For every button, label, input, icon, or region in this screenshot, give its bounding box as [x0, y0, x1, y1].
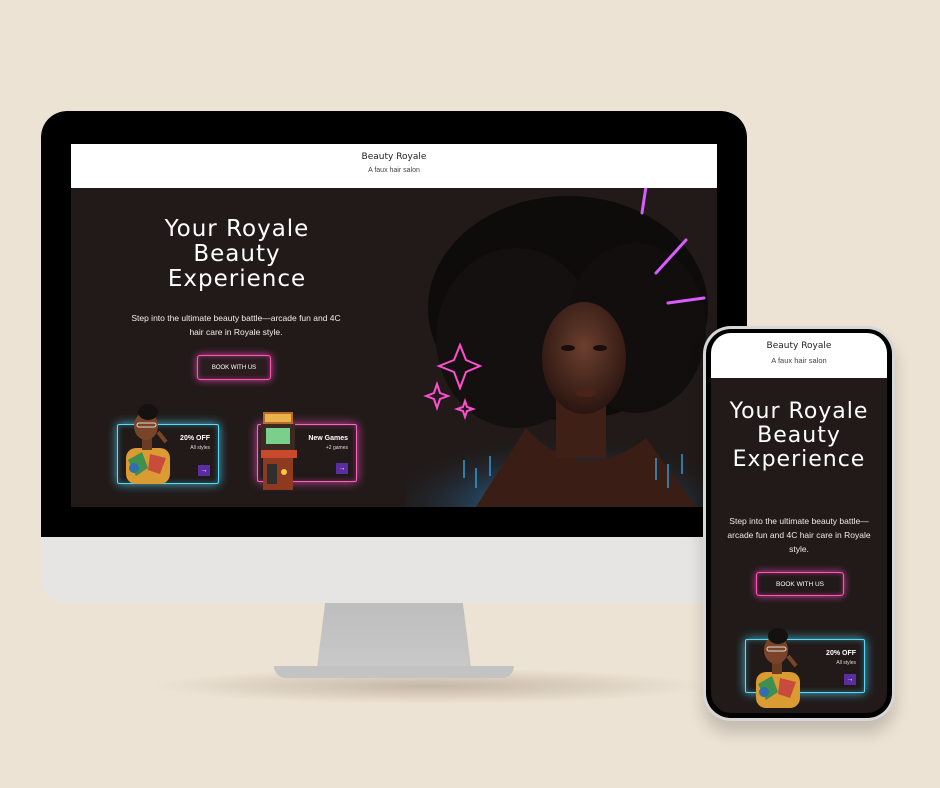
arcade-machine-image — [261, 412, 297, 490]
mobile-site-subtitle: A faux hair salon — [771, 356, 827, 365]
monitor-base — [274, 666, 514, 678]
promo-title: 20% OFF — [826, 650, 856, 657]
woman-portrait-image — [126, 404, 170, 484]
promo-card-discount[interactable]: 20% OFF All styles → — [117, 404, 219, 484]
site-subtitle: A faux hair salon — [368, 167, 420, 174]
mobile-site-header: Beauty Royale A faux hair salon — [711, 333, 887, 378]
desktop-screen: Beauty Royale A faux hair salon Your Roy… — [71, 144, 717, 507]
mobile-hero-description: Step into the ultimate beauty battle—arc… — [727, 516, 871, 554]
arrow-right-icon[interactable]: → — [198, 465, 210, 476]
promo-subtitle: All styles — [836, 660, 856, 666]
mobile-promo-card-discount[interactable]: 20% OFF All styles → — [745, 628, 865, 708]
promo-title: New Games — [308, 435, 348, 442]
site-header: Beauty Royale A faux hair salon — [71, 144, 717, 188]
arrow-right-icon[interactable]: → — [844, 674, 856, 685]
mobile-screen: Beauty Royale A faux hair salon Your Roy… — [711, 333, 887, 713]
mobile-site-title[interactable]: Beauty Royale — [711, 341, 887, 351]
hero-title: Your Royale Beauty Experience — [164, 216, 310, 292]
woman-portrait-image — [756, 628, 800, 708]
site-title[interactable]: Beauty Royale — [71, 152, 717, 162]
mobile-book-with-us-button[interactable]: BOOK WITH US — [756, 572, 844, 596]
promo-title: 20% OFF — [180, 435, 210, 442]
hero-model-image — [406, 188, 717, 507]
book-with-us-button[interactable]: BOOK WITH US — [197, 355, 271, 380]
mobile-hero-title: Your Royale Beauty Experience — [729, 399, 869, 472]
promo-card-new-games[interactable]: New Games +2 games → — [257, 412, 357, 490]
promo-subtitle: +2 games — [325, 445, 348, 451]
monitor-stand — [316, 601, 472, 675]
promo-subtitle: All styles — [190, 445, 210, 451]
hero-description: Step into the ultimate beauty battle—arc… — [131, 313, 341, 337]
arrow-right-icon[interactable]: → — [336, 463, 348, 474]
